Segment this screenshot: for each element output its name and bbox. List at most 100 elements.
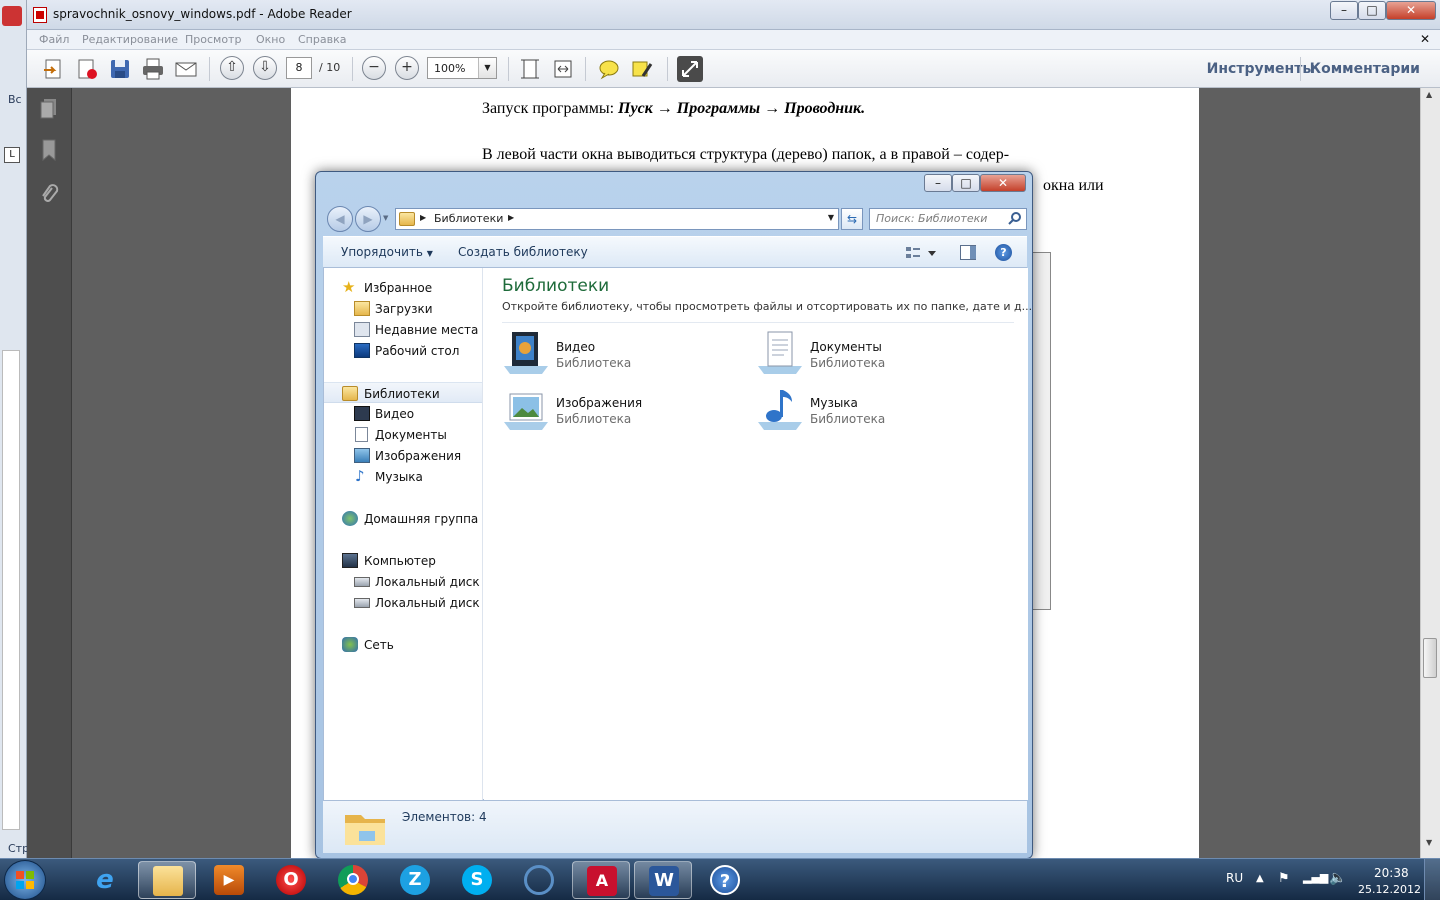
minimize-button[interactable]: – (1330, 1, 1358, 20)
page-text-launch: Запуск программы: (482, 100, 619, 117)
scroll-thumb[interactable] (1423, 638, 1437, 678)
taskbar-z-app[interactable]: Z (386, 861, 444, 899)
organize-label: Упорядочить (341, 245, 423, 259)
previous-page-button[interactable]: ⇧ (220, 56, 244, 80)
search-icon[interactable] (1008, 211, 1022, 228)
nav-disk-c[interactable]: Локальный диск C (324, 571, 492, 592)
library-item-video[interactable]: Видео Библиотека (502, 330, 752, 382)
close-button[interactable]: ✕ (1386, 1, 1436, 20)
fit-width-icon[interactable] (550, 56, 576, 82)
nav-network[interactable]: Сеть (324, 634, 482, 655)
zoom-select[interactable]: 100% ▼ (427, 57, 497, 79)
fit-page-icon[interactable] (517, 56, 543, 82)
flag-icon[interactable]: ⚑ (1278, 871, 1290, 886)
toolbar-separator (352, 57, 353, 81)
maximize-button[interactable]: □ (1358, 1, 1386, 20)
explorer-maximize-button[interactable]: □ (952, 174, 980, 192)
explorer-body: ★ Избранное Загрузки Недавние места Рабоч… (323, 268, 1032, 800)
address-bar[interactable]: ▶ Библиотеки ▶ ▼ (395, 208, 839, 230)
taskbar-media-player[interactable]: ▶ (200, 861, 258, 899)
taskbar-skype[interactable]: S (448, 861, 506, 899)
new-library-button[interactable]: Создать библиотеку (458, 245, 588, 259)
nav-computer[interactable]: Компьютер (324, 550, 482, 571)
clock-time[interactable]: 20:38 (1374, 866, 1409, 880)
search-input[interactable]: Поиск: Библиотеки (876, 212, 987, 225)
zoom-out-button[interactable]: − (362, 56, 386, 80)
back-button[interactable]: ◀ (327, 206, 353, 232)
taskbar-chrome[interactable] (324, 861, 382, 899)
menu-window[interactable]: Окно (256, 33, 285, 46)
comment-icon[interactable] (596, 56, 622, 82)
nav-images[interactable]: Изображения (324, 445, 482, 466)
show-desktop-button[interactable] (1424, 859, 1440, 900)
zoom-in-button[interactable]: + (395, 56, 419, 80)
clock-date[interactable]: 25.12.2012 (1358, 883, 1421, 896)
volume-icon[interactable]: 🔈 (1329, 870, 1346, 886)
forward-button[interactable]: ▶ (355, 206, 381, 232)
highlight-icon[interactable] (629, 56, 655, 82)
nav-desktop[interactable]: Рабочий стол (324, 340, 482, 361)
show-hidden-icons-icon[interactable]: ▲ (1256, 873, 1264, 884)
tools-button[interactable]: Инструменты (1207, 61, 1315, 77)
library-item-documents[interactable]: Документы Библиотека (756, 330, 1006, 382)
taskbar-disc-app[interactable] (510, 861, 568, 899)
menu-view[interactable]: Просмотр (185, 33, 241, 46)
taskbar-opera[interactable]: O (262, 861, 320, 899)
help-icon[interactable]: ? (995, 244, 1012, 261)
print-icon[interactable] (140, 56, 166, 82)
close-document-icon[interactable]: ✕ (1420, 32, 1430, 46)
history-chevron-icon[interactable]: ▼ (383, 214, 388, 222)
library-item-music[interactable]: Музыка Библиотека (756, 386, 1006, 438)
export-pdf-icon[interactable] (74, 56, 100, 82)
search-box[interactable]: Поиск: Библиотеки (869, 208, 1027, 230)
explorer-minimize-button[interactable]: – (924, 174, 952, 192)
documents-icon (355, 427, 368, 442)
save-icon[interactable] (107, 56, 133, 82)
create-pdf-icon[interactable] (41, 56, 67, 82)
nav-downloads[interactable]: Загрузки (324, 298, 482, 319)
start-button[interactable] (4, 860, 46, 900)
library-item-images[interactable]: Изображения Библиотека (502, 386, 752, 438)
breadcrumb-arrow-icon[interactable]: ▶ (508, 213, 514, 222)
explorer-close-button[interactable]: ✕ (980, 174, 1026, 192)
fullscreen-icon[interactable] (677, 56, 703, 82)
preview-pane-icon[interactable] (960, 245, 976, 260)
taskbar-adobe-reader[interactable]: A (572, 861, 630, 899)
breadcrumb-libraries[interactable]: Библиотеки (434, 212, 503, 225)
network-signal-icon[interactable]: ▂▄▆ (1303, 871, 1328, 884)
ruler-toggle-icon[interactable]: L (4, 147, 20, 163)
nav-documents[interactable]: Документы (324, 424, 482, 445)
nav-favorites[interactable]: ★ Избранное (324, 277, 482, 298)
page-thumbnails-icon[interactable] (37, 96, 61, 120)
scroll-down-icon[interactable]: ▼ (1426, 838, 1432, 847)
nav-libraries[interactable]: Библиотеки (324, 382, 482, 403)
nav-disk-d[interactable]: Локальный диск D (324, 592, 493, 613)
refresh-icon[interactable]: ⇆ (841, 208, 863, 230)
breadcrumb-arrow-icon[interactable]: ▶ (420, 213, 426, 222)
menu-edit[interactable]: Редактирование (82, 33, 178, 46)
taskbar-internet-explorer[interactable]: e (76, 861, 134, 899)
page-number-input[interactable]: 8 (286, 57, 312, 79)
adobe-reader-icon: A (587, 866, 617, 896)
nav-homegroup[interactable]: Домашняя группа (324, 508, 482, 529)
email-icon[interactable] (173, 56, 199, 82)
nav-music[interactable]: ♪ Музыка (324, 466, 482, 487)
view-options-icon[interactable] (906, 245, 936, 264)
nav-recent[interactable]: Недавние места (324, 319, 482, 340)
organize-button[interactable]: Упорядочить ▼ (341, 245, 433, 259)
nav-video[interactable]: Видео (324, 403, 482, 424)
chevron-down-icon[interactable]: ▼ (478, 58, 496, 78)
attachments-icon[interactable] (37, 182, 61, 206)
next-page-button[interactable]: ⇩ (253, 56, 277, 80)
taskbar-help[interactable]: ? (696, 861, 754, 899)
comments-button[interactable]: Комментарии (1310, 61, 1420, 77)
vertical-scrollbar[interactable]: ▲ ▼ (1420, 88, 1440, 858)
language-indicator[interactable]: RU (1226, 871, 1243, 885)
scroll-up-icon[interactable]: ▲ (1426, 90, 1432, 99)
menu-help[interactable]: Справка (298, 33, 346, 46)
taskbar-explorer[interactable] (138, 861, 196, 899)
address-dropdown-icon[interactable]: ▼ (828, 213, 834, 222)
bookmarks-icon[interactable] (37, 138, 61, 162)
menu-file[interactable]: Файл (39, 33, 69, 46)
taskbar-word[interactable]: W (634, 861, 692, 899)
